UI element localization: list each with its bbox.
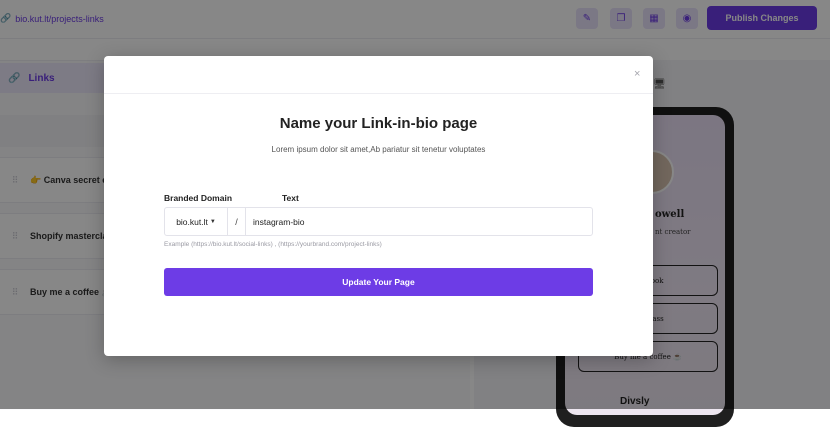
- slug-input[interactable]: [249, 209, 592, 234]
- modal-divider: [104, 93, 653, 94]
- url-field-group: bio.kut.lt ▼ /: [164, 207, 593, 236]
- modal-subtitle: Lorem ipsum dolor sit amet,Ab pariatur s…: [271, 145, 486, 154]
- text-label: Text: [282, 193, 299, 203]
- close-icon[interactable]: ×: [634, 68, 640, 80]
- example-hint: Example (https://bio.kut.lt/social-links…: [164, 241, 382, 248]
- url-separator: /: [228, 208, 246, 235]
- branded-domain-label: Branded Domain: [164, 193, 233, 203]
- rename-page-modal: × Name your Link-in-bio page Lorem ipsum…: [104, 56, 653, 356]
- domain-select-value: bio.kut.lt: [176, 216, 208, 227]
- caret-down-icon: ▼: [209, 218, 216, 225]
- modal-title: Name your Link-in-bio page: [279, 115, 478, 132]
- domain-select[interactable]: bio.kut.lt ▼: [165, 208, 228, 235]
- update-page-button[interactable]: Update Your Page: [164, 268, 593, 296]
